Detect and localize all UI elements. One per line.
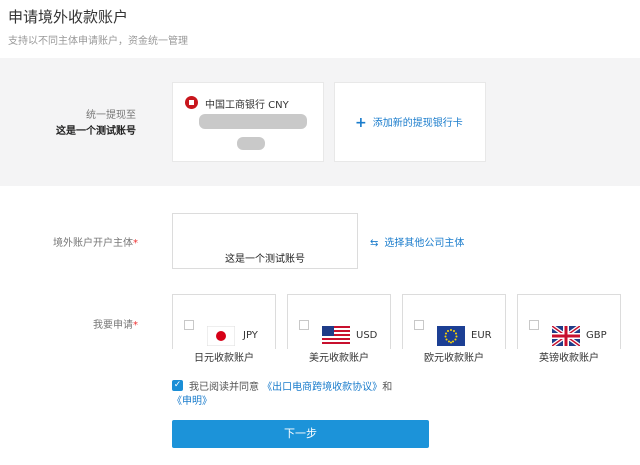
usd-code: USD bbox=[356, 330, 378, 341]
swap-icon: ⇆ bbox=[370, 238, 379, 249]
uk-flag-icon bbox=[550, 324, 582, 350]
required-mark: * bbox=[133, 238, 138, 249]
entity-selected-name: 这是一个测试账号 bbox=[225, 254, 305, 265]
currency-card-eur[interactable]: EUR bbox=[402, 294, 506, 352]
page-title: 申请境外收款账户 bbox=[8, 8, 129, 26]
apply-label: 我要申请* bbox=[93, 320, 138, 331]
entity-label: 境外账户开户主体* bbox=[53, 238, 138, 249]
bank-name: 中国工商银行 CNY bbox=[205, 100, 289, 111]
usd-checkbox[interactable] bbox=[299, 320, 309, 330]
jpy-name: 日元收款账户 bbox=[172, 349, 276, 364]
withdraw-label: 统一提现至 bbox=[86, 110, 136, 121]
checkmark-icon: ✓ bbox=[173, 380, 182, 390]
agreement-link[interactable]: 《出口电商跨境收款协议》 bbox=[262, 382, 382, 393]
withdraw-account-name: 这是一个测试账号 bbox=[56, 126, 136, 137]
currency-card-usd[interactable]: USD bbox=[287, 294, 391, 352]
add-bank-card-label: 添加新的提现银行卡 bbox=[372, 118, 463, 129]
next-button[interactable]: 下一步 bbox=[172, 420, 429, 448]
add-bank-card-button[interactable]: + 添加新的提现银行卡 bbox=[334, 82, 486, 162]
masked-account-number bbox=[199, 114, 307, 129]
agree-checkbox[interactable]: ✓ bbox=[172, 380, 183, 391]
entity-selector[interactable]: 这是一个测试账号 bbox=[172, 213, 358, 269]
japan-flag-icon bbox=[206, 325, 236, 350]
gbp-code: GBP bbox=[586, 330, 607, 341]
eu-flag-icon bbox=[437, 326, 465, 350]
plus-icon: + bbox=[355, 115, 367, 131]
eur-checkbox[interactable] bbox=[414, 320, 424, 330]
eur-name: 欧元收款账户 bbox=[402, 349, 506, 364]
gbp-name: 英镑收款账户 bbox=[517, 349, 621, 364]
agreement-text: 我已阅读并同意 《出口电商跨境收款协议》和 bbox=[189, 382, 393, 393]
icbc-logo-icon bbox=[185, 96, 198, 109]
jpy-code: JPY bbox=[243, 330, 258, 341]
jpy-checkbox[interactable] bbox=[184, 320, 194, 330]
masked-account-holder bbox=[237, 137, 265, 150]
switch-entity-link[interactable]: ⇆ 选择其他公司主体 bbox=[370, 234, 464, 249]
currency-card-jpy[interactable]: JPY bbox=[172, 294, 276, 352]
required-mark: * bbox=[133, 320, 138, 331]
eur-code: EUR bbox=[471, 330, 492, 341]
bank-card[interactable]: 中国工商银行 CNY bbox=[172, 82, 324, 162]
statement-link[interactable]: 《申明》 bbox=[172, 392, 212, 407]
usd-name: 美元收款账户 bbox=[287, 349, 391, 364]
usa-flag-icon bbox=[322, 326, 350, 350]
page-subtitle: 支持以不同主体申请账户，资金统一管理 bbox=[8, 36, 188, 47]
switch-entity-label: 选择其他公司主体 bbox=[384, 238, 465, 249]
gbp-checkbox[interactable] bbox=[529, 320, 539, 330]
currency-card-gbp[interactable]: GBP bbox=[517, 294, 621, 352]
